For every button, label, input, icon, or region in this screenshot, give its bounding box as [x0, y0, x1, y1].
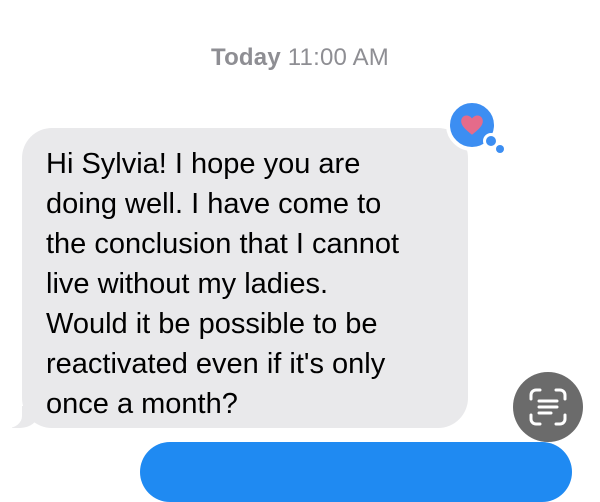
outgoing-message-bubble[interactable] — [140, 442, 572, 502]
live-text-button[interactable] — [513, 372, 583, 442]
timestamp-day: Today — [210, 44, 281, 71]
heart-icon — [461, 115, 483, 135]
live-text-icon — [529, 388, 567, 426]
reaction-tail-dot-small — [496, 145, 504, 153]
incoming-message-text: Hi Sylvia! I hope you are doing well. I … — [46, 148, 400, 420]
message-timestamp: Today 11:00 AM — [0, 44, 600, 72]
timestamp-time: 11:00 AM — [287, 44, 389, 71]
incoming-message-bubble[interactable]: Hi Sylvia! I hope you are doing well. I … — [0, 128, 468, 428]
